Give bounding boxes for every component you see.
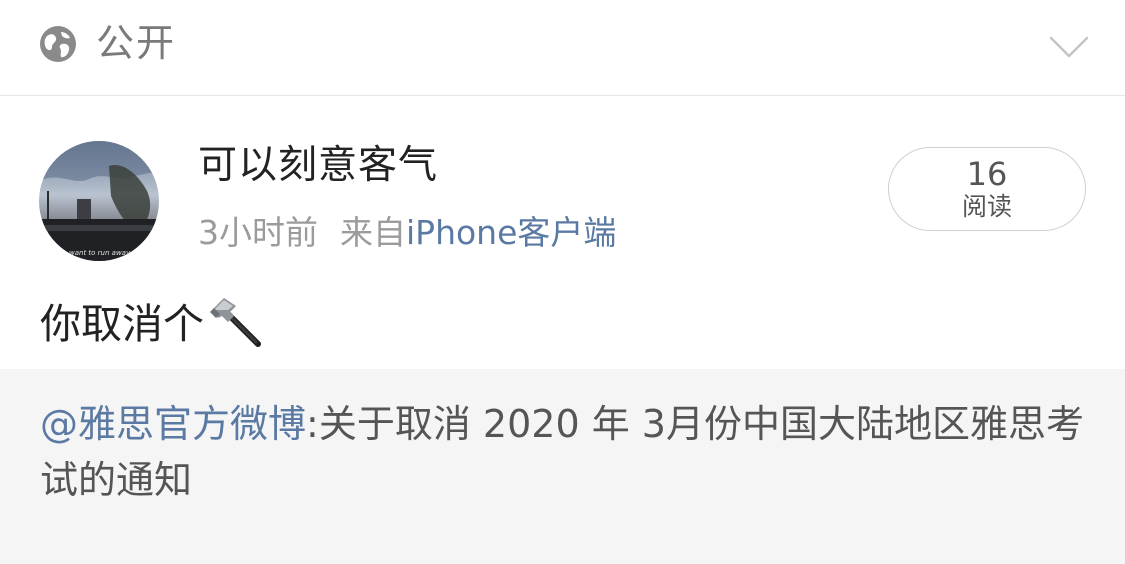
post-time: 3小时前 [198,213,318,252]
avatar-image: want to run away [39,141,159,261]
source-link[interactable]: iPhone客户端 [406,213,616,252]
read-count-label: 阅读 [961,192,1012,221]
repost-mention[interactable]: @雅思官方微博 [40,402,306,446]
post-detail-page: 公开 want to run away 可以刻意客气 3小时前 来自iPhone… [0,0,1125,564]
avatar-caption: want to run away [69,249,131,257]
read-count: 16 [966,155,1008,193]
avatar[interactable]: want to run away [39,141,159,261]
visibility-selector[interactable]: 公开 [0,0,1125,96]
repost-card[interactable]: @雅思官方微博:关于取消 2020 年 3月份中国大陆地区雅思考试的通知 [0,369,1125,564]
repost-separator: : [306,402,319,446]
visibility-label: 公开 [96,21,177,65]
chevron-down-icon[interactable] [1048,30,1090,60]
read-count-badge[interactable]: 16 阅读 [888,147,1086,231]
source-prefix: 来自 [340,213,406,252]
globe-icon [40,26,76,62]
repost-text: @雅思官方微博:关于取消 2020 年 3月份中国大陆地区雅思考试的通知 [40,396,1100,508]
hammer-icon [210,298,261,347]
author-name[interactable]: 可以刻意客气 [198,140,438,192]
post-text: 你取消个 [40,292,264,352]
post-meta: 3小时前 来自iPhone客户端 [198,210,616,256]
post-text-content: 你取消个 [40,300,204,348]
